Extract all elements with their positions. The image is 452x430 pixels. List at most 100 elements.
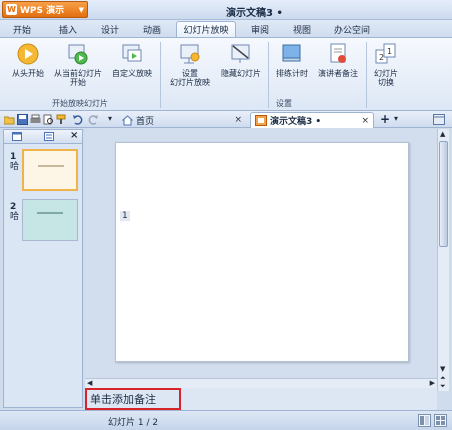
close-panel-icon[interactable]: × bbox=[70, 130, 78, 141]
slide-transition-label-1: 幻灯片 bbox=[374, 69, 398, 78]
wps-menu-label: WPS 演示 bbox=[20, 6, 65, 16]
tab-design[interactable]: 设计 bbox=[96, 21, 124, 37]
scroll-up-icon[interactable]: ▲ bbox=[440, 130, 445, 138]
tab-insert[interactable]: 插入 bbox=[54, 21, 82, 37]
play-icon bbox=[17, 43, 39, 65]
ribbon-separator bbox=[160, 42, 161, 108]
hide-slide-label: 隐藏幻灯片 bbox=[221, 69, 261, 78]
from-current-label-1: 从当前幻灯片 bbox=[54, 69, 102, 78]
next-slide-icon[interactable]: ⏷ bbox=[440, 382, 446, 391]
ribbon-separator bbox=[268, 42, 269, 108]
tab-slideshow[interactable]: 幻灯片放映 bbox=[176, 21, 236, 37]
slide-placeholder-number: 1 bbox=[120, 211, 130, 221]
status-bar: 幻灯片 1 / 2 bbox=[0, 410, 452, 430]
open-folder-icon[interactable] bbox=[4, 114, 15, 125]
rehearse-timing-label: 排练计时 bbox=[276, 69, 308, 78]
setup-label-1: 设置 bbox=[182, 69, 198, 78]
group-start-show-label: 开始放映幻灯片 bbox=[52, 99, 108, 108]
panel-tab-bar: × bbox=[4, 130, 82, 144]
thumb-title-line bbox=[38, 165, 64, 167]
slide-2-thumbnail[interactable] bbox=[22, 199, 78, 241]
slide-transition-label-2: 切换 bbox=[378, 78, 394, 87]
from-current-slide-button[interactable]: 从当前幻灯片 开始 bbox=[50, 42, 106, 87]
rehearse-timing-button[interactable]: 排练计时 bbox=[272, 42, 312, 78]
outline-view-icon[interactable] bbox=[44, 132, 54, 141]
tab-animation[interactable]: 动画 bbox=[138, 21, 166, 37]
document-tab-bar: ▾ 首页 × 演示文稿3 • × + ▾ bbox=[0, 111, 452, 128]
doc-tab-presentation[interactable]: 演示文稿3 • × bbox=[250, 112, 374, 128]
play-from-current-icon bbox=[68, 44, 88, 65]
setup-label-2: 幻灯片放映 bbox=[170, 78, 210, 87]
home-page-icon bbox=[122, 114, 133, 125]
doc-tab-home-label: 首页 bbox=[136, 116, 155, 127]
close-tab-icon[interactable]: × bbox=[234, 115, 242, 125]
group-setup-label: 设置 bbox=[276, 99, 292, 108]
window-layout-icon[interactable] bbox=[433, 114, 445, 125]
hide-slide-button[interactable]: 隐藏幻灯片 bbox=[216, 42, 266, 78]
notes-placeholder[interactable]: 单击添加备注 bbox=[85, 388, 181, 410]
document-title: 演示文稿3 • bbox=[226, 8, 283, 19]
tab-review[interactable]: 审阅 bbox=[246, 21, 274, 37]
vertical-scroll-thumb[interactable] bbox=[439, 141, 448, 247]
svg-text:1: 1 bbox=[387, 47, 392, 56]
vertical-scrollbar[interactable]: ▲ ▼ ⏶ ⏷ bbox=[437, 129, 449, 391]
print-preview-icon[interactable] bbox=[43, 114, 54, 125]
presentation-file-icon bbox=[255, 115, 267, 126]
ribbon-separator bbox=[366, 42, 367, 108]
menu-tab-bar: 开始 插入 设计 动画 幻灯片放映 审阅 视图 办公空间 bbox=[0, 20, 452, 37]
undo-icon[interactable] bbox=[72, 114, 83, 125]
new-tab-button[interactable]: + bbox=[380, 112, 390, 126]
scroll-down-icon[interactable]: ▼ bbox=[440, 365, 445, 373]
from-beginning-button[interactable]: 从头开始 bbox=[8, 42, 48, 78]
thumb-title-line bbox=[37, 212, 63, 214]
setup-show-icon bbox=[180, 44, 200, 64]
slide-editing-area: 1 bbox=[85, 129, 437, 378]
redo-icon[interactable] bbox=[88, 114, 99, 125]
slide-1-thumbnail[interactable] bbox=[22, 149, 78, 191]
speaker-notes-label: 演讲者备注 bbox=[318, 69, 358, 78]
wps-menu-button[interactable]: W WPS 演示 ▼ bbox=[2, 1, 88, 18]
tab-home[interactable]: 开始 bbox=[8, 21, 36, 37]
slide-thumbnail-panel: × 1 哈 2 哈 bbox=[3, 129, 83, 408]
horizontal-scrollbar[interactable]: ◀ ▶ bbox=[85, 378, 437, 388]
slide-counter: 幻灯片 1 / 2 bbox=[108, 418, 159, 428]
current-slide-canvas[interactable]: 1 bbox=[115, 142, 409, 362]
slide-sorter-icon bbox=[436, 416, 445, 425]
slides-view-icon[interactable] bbox=[12, 132, 22, 141]
from-beginning-label: 从头开始 bbox=[12, 69, 44, 78]
hide-slide-icon bbox=[231, 44, 250, 63]
speaker-notes-icon bbox=[330, 43, 346, 63]
slide-sorter-view-button[interactable] bbox=[434, 414, 447, 427]
ribbon: 从头开始 从当前幻灯片 开始 自定义放映 开始放映幻灯片 设置 幻灯片放映 隐藏… bbox=[0, 37, 452, 111]
speaker-notes-button[interactable]: 演讲者备注 bbox=[314, 42, 362, 78]
slide-2-number: 2 哈 bbox=[10, 202, 20, 222]
rehearse-timing-icon bbox=[282, 44, 301, 62]
custom-show-icon bbox=[122, 44, 142, 62]
dropdown-arrow-icon: ▼ bbox=[78, 5, 84, 14]
tab-view[interactable]: 视图 bbox=[288, 21, 316, 37]
custom-show-button[interactable]: 自定义放映 bbox=[108, 42, 156, 78]
tab-office-space[interactable]: 办公空间 bbox=[328, 21, 376, 37]
normal-view-icon bbox=[420, 416, 429, 425]
notes-pane[interactable]: 单击添加备注 bbox=[85, 388, 437, 410]
format-painter-icon[interactable] bbox=[56, 114, 67, 125]
close-tab-icon[interactable]: × bbox=[361, 116, 369, 126]
save-icon[interactable] bbox=[17, 114, 28, 125]
scroll-right-icon[interactable]: ▶ bbox=[430, 379, 435, 387]
setup-slideshow-button[interactable]: 设置 幻灯片放映 bbox=[164, 42, 216, 87]
print-icon[interactable] bbox=[30, 114, 41, 125]
slide-transition-icon: 2 1 bbox=[375, 43, 396, 64]
slide-transition-button[interactable]: 2 1 幻灯片 切换 bbox=[370, 42, 402, 87]
scroll-left-icon[interactable]: ◀ bbox=[87, 379, 92, 387]
doc-tab-home[interactable]: 首页 × bbox=[118, 112, 246, 128]
tab-list-dropdown-icon[interactable]: ▾ bbox=[394, 114, 398, 123]
normal-view-button[interactable] bbox=[418, 414, 431, 427]
from-current-label-2: 开始 bbox=[70, 78, 86, 87]
wps-logo-icon: W bbox=[6, 4, 17, 15]
title-bar: W WPS 演示 ▼ 演示文稿3 • bbox=[0, 0, 452, 20]
customize-toolbar-icon[interactable]: ▾ bbox=[108, 114, 112, 123]
doc-tab-presentation-label: 演示文稿3 • bbox=[270, 117, 322, 127]
custom-show-label: 自定义放映 bbox=[112, 69, 152, 78]
slide-1-number: 1 哈 bbox=[10, 152, 20, 172]
svg-text:2: 2 bbox=[379, 53, 384, 62]
